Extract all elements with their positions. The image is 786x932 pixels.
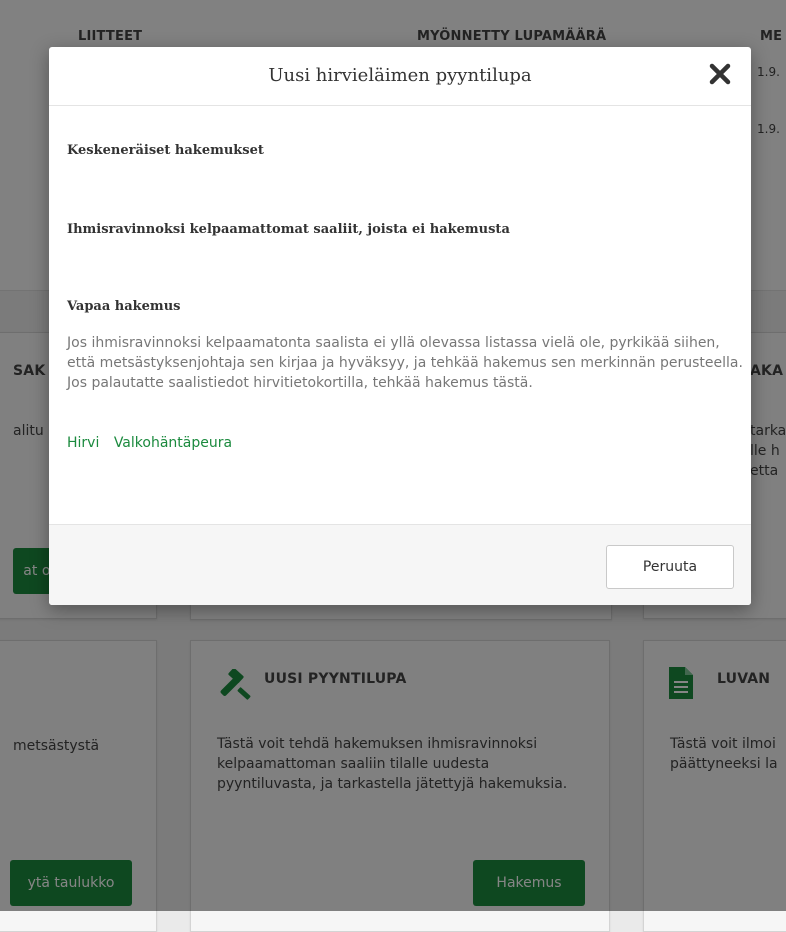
link-white-tailed-deer[interactable]: Valkohäntäpeura [114,435,232,451]
section-incomplete-applications: Keskeneräiset hakemukset [67,143,264,158]
modal-header: Uusi hirvieläimen pyyntilupa [49,47,751,106]
free-application-text: Jos ihmisravinnoksi kelpaamatonta saalis… [67,335,743,391]
modal-footer: Peruuta [49,524,751,605]
cancel-button[interactable]: Peruuta [606,545,734,589]
modal-title: Uusi hirvieläimen pyyntilupa [268,65,532,86]
link-moose[interactable]: Hirvi [67,435,99,451]
new-permit-modal: Uusi hirvieläimen pyyntilupa Keskeneräis… [49,47,751,605]
close-icon[interactable] [707,61,733,87]
section-unfit-catch: Ihmisravinnoksi kelpaamattomat saaliit, … [67,222,510,237]
species-links: Hirvi Valkohäntäpeura [67,435,242,451]
section-free-application: Vapaa hakemus [67,299,181,314]
